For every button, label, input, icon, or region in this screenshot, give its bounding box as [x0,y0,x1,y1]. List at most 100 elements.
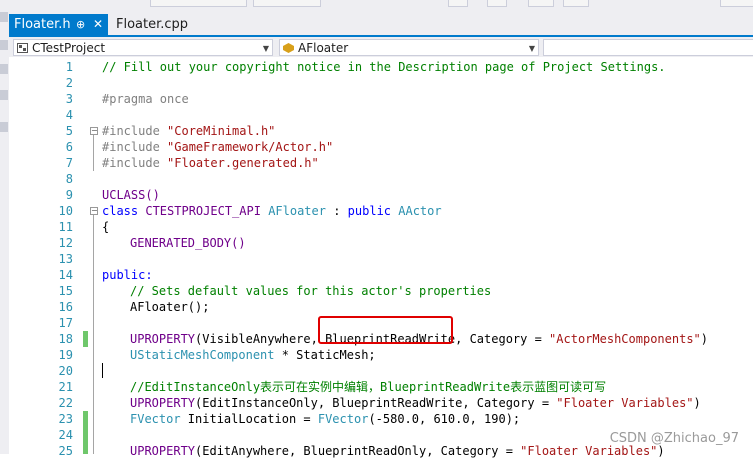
line-number: 11 [58,220,73,234]
line-number: 12 [58,236,73,250]
line-number: 3 [65,92,73,106]
highlight-annotation-box [318,316,453,344]
change-marker [83,411,88,427]
class-dropdown[interactable]: AFloater ▼ [279,39,539,56]
declaration: * StaticMesh; [274,348,376,362]
punctuation: : [325,204,348,218]
tab-floater-cpp[interactable]: Floater.cpp [110,14,190,35]
chevron-down-icon: ▼ [528,44,535,53]
punctuation: ) [657,444,665,458]
watermark: CSDN @Zhichao_97 [609,431,739,446]
code-line-14: public: [102,268,153,282]
fold-guide [93,135,94,171]
line-number: 5 [65,124,73,138]
declaration: InitialLocation = [180,412,318,426]
specifiers: (EditAnywhere, BlueprintReadOnly, Catego… [195,444,521,458]
side-tool-tab[interactable] [0,90,8,100]
line-number: 6 [65,140,73,154]
tab-floater-h[interactable]: Floater.h ⊕ ✕ [9,14,108,35]
project-icon [17,43,28,53]
line-number: 20 [58,364,73,378]
side-tool-tab[interactable] [0,64,8,74]
fold-toggle-icon[interactable]: − [90,127,98,135]
chevron-down-icon: ▼ [262,44,269,53]
line-number: 21 [58,380,73,394]
include-directive: #include [102,156,168,170]
line-number: 24 [58,428,73,442]
toolbar-fragment [563,0,589,7]
initializer: (-580.0, 610.0, 190); [368,412,521,426]
line-number: 1 [65,60,73,74]
code-line-1: // Fill out your copyright notice in the… [102,60,666,74]
base-class: AActor [398,204,442,218]
project-dropdown[interactable]: CTestProject ▼ [13,39,273,56]
line-number: 15 [58,284,73,298]
code-line-23: FVector InitialLocation = FVector(-580.0… [130,411,520,427]
punctuation: ) [693,396,701,410]
code-line-11: { [102,220,110,234]
include-path: "CoreMinimal.h" [167,124,276,138]
include-path: "GameFramework/Actor.h" [167,140,334,154]
code-line-21: //EditInstanceOnly表示可在实例中编辑，BlueprintRea… [130,380,607,394]
project-name: CTestProject [32,41,106,55]
class-icon [283,43,294,53]
line-number: 9 [65,188,73,202]
code-line-22: UPROPERTY(EditInstanceOnly, BlueprintRea… [130,395,701,411]
line-number: 4 [65,108,73,122]
code-line-15: // Sets default values for this actor's … [130,284,492,298]
side-tool-tab[interactable] [0,122,8,132]
string-literal: "Floater Variables" [556,396,694,410]
keyword: public [347,204,399,218]
include-path: "Floater.generated.h" [167,156,319,170]
string-literal: "Floater Variables" [520,444,658,458]
side-tool-tab[interactable] [0,40,8,50]
pin-icon[interactable]: ⊕ [76,14,85,35]
line-number: 23 [58,412,73,426]
change-marker [83,331,88,347]
line-number: 17 [58,316,73,330]
change-marker [83,427,88,454]
class-name: AFloater [268,204,326,218]
include-directive: #include [102,140,168,154]
code-line-25: UPROPERTY(EditAnywhere, BlueprintReadOnl… [130,443,665,459]
include-directive: #include [102,124,168,138]
code-editor[interactable]: 1 2 3 4 5 6 7 8 9 10 11 12 13 14 15 16 1… [9,57,753,458]
macro: UPROPERTY [130,332,196,346]
line-number: 8 [65,172,73,186]
line-number: 18 [58,332,73,346]
line-number: 22 [58,396,73,410]
type-name: FVector [317,412,369,426]
specifiers: (EditInstanceOnly, BlueprintReadWrite, C… [195,396,557,410]
toolbar-fragment [253,0,321,7]
text-caret [102,363,103,378]
punctuation: ) [700,332,708,346]
line-number: 2 [65,76,73,90]
close-icon[interactable]: ✕ [93,14,103,35]
line-number: 14 [58,268,73,282]
code-line-7: #include "Floater.generated.h" [102,155,319,171]
keyword: class [102,204,146,218]
type-name: UStaticMeshComponent [130,348,275,362]
line-number: 13 [58,252,73,266]
fold-toggle-icon[interactable]: − [90,207,98,215]
code-line-19: UStaticMeshComponent * StaticMesh; [130,347,376,363]
tab-label: Floater.h [14,17,71,32]
class-name: AFloater [298,41,349,55]
toolbar-fragment [528,0,554,7]
code-line-9: UCLASS() [102,188,160,202]
member-dropdown[interactable] [543,39,753,56]
line-number: 25 [58,444,73,458]
string-literal: "ActorMeshComponents" [549,332,701,346]
macro: UPROPERTY [130,444,196,458]
line-number: 10 [58,204,73,218]
tab-label: Floater.cpp [116,17,189,32]
toolbar-fragment [150,0,247,7]
toolbar-fragment [448,0,468,7]
code-line-12: GENERATED_BODY() [130,236,246,250]
line-number: 7 [65,156,73,170]
side-tool-tab[interactable] [0,12,8,22]
type-name: FVector [130,412,181,426]
macro: UPROPERTY [130,396,196,410]
toolbar-fragment [487,0,507,7]
fold-guide [93,215,94,454]
